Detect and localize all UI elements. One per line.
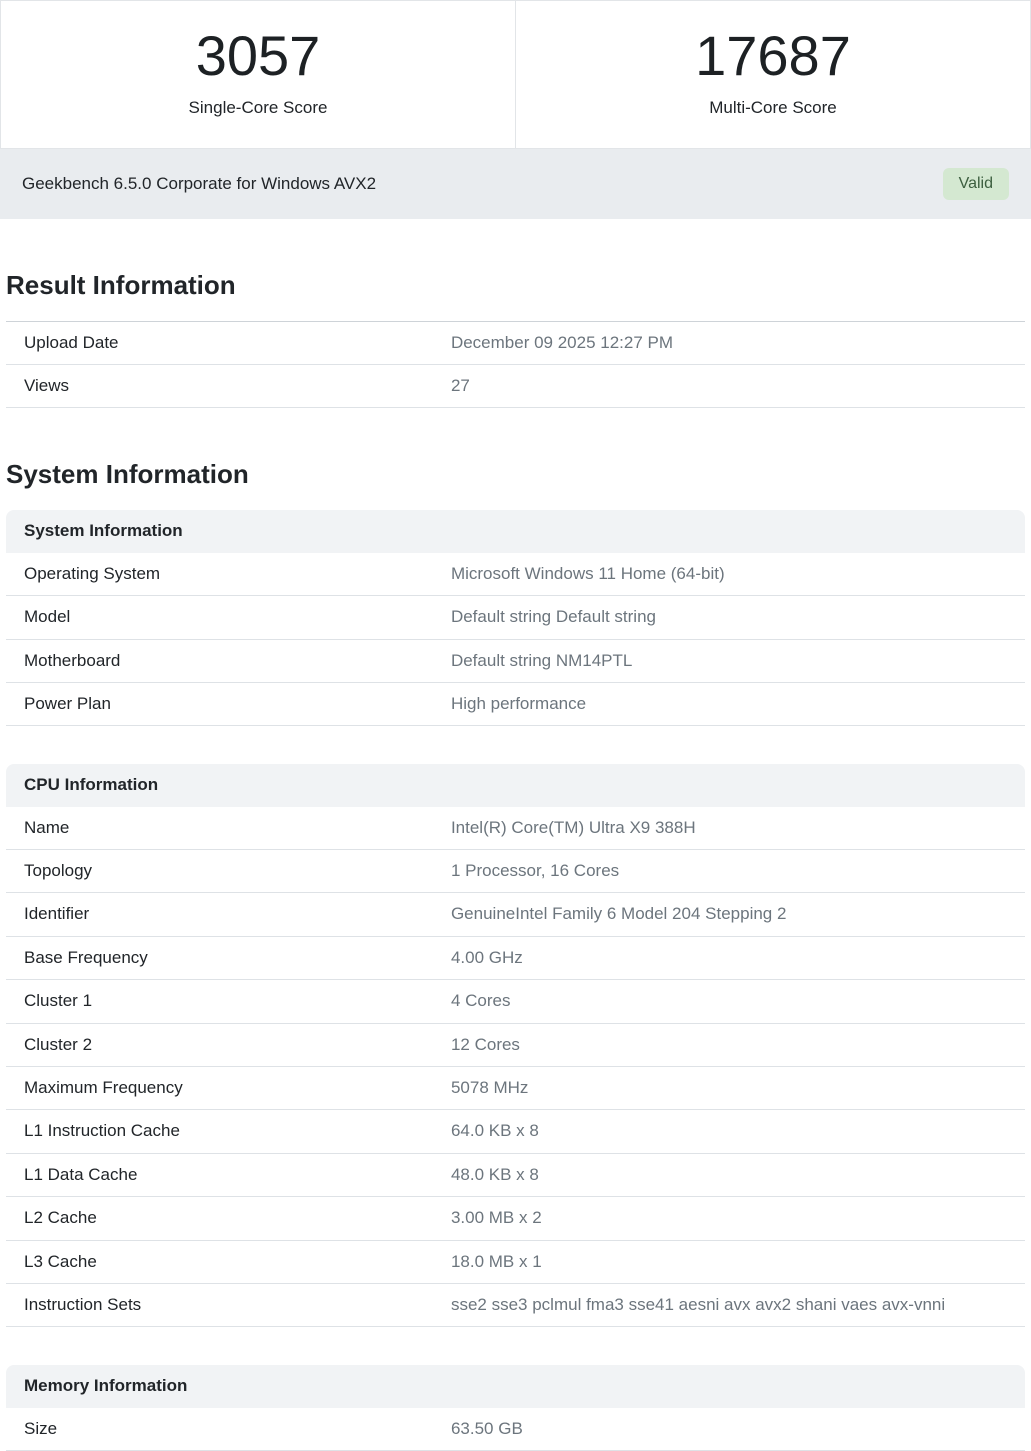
result-information-heading: Result Information <box>6 219 1025 321</box>
multi-core-score-label: Multi-Core Score <box>516 98 1030 118</box>
row-label: Cluster 2 <box>6 1023 433 1066</box>
table-row: Identifier GenuineIntel Family 6 Model 2… <box>6 893 1025 936</box>
row-label: Power Plan <box>6 682 433 725</box>
row-value: 5078 MHz <box>433 1067 1025 1110</box>
result-content: Result Information Upload Date December … <box>0 219 1031 1451</box>
valid-status-badge: Valid <box>943 168 1009 200</box>
single-core-score-label: Single-Core Score <box>1 98 515 118</box>
row-value: GenuineIntel Family 6 Model 204 Stepping… <box>433 893 1025 936</box>
row-value: Microsoft Windows 11 Home (64-bit) <box>433 553 1025 596</box>
table-row: L3 Cache 18.0 MB x 1 <box>6 1240 1025 1283</box>
row-value: December 09 2025 12:27 PM <box>433 321 1025 364</box>
table-row: Model Default string Default string <box>6 596 1025 639</box>
row-label: Base Frequency <box>6 936 433 979</box>
table-row: L1 Data Cache 48.0 KB x 8 <box>6 1153 1025 1196</box>
row-value: 4 Cores <box>433 980 1025 1023</box>
row-label: Model <box>6 596 433 639</box>
memory-information-card: Memory Information Size 63.50 GB <box>6 1365 1025 1451</box>
single-core-score-value: 3057 <box>1 27 515 86</box>
table-row: Motherboard Default string NM14PTL <box>6 639 1025 682</box>
table-row: Upload Date December 09 2025 12:27 PM <box>6 321 1025 364</box>
table-row: Power Plan High performance <box>6 682 1025 725</box>
table-row: Topology 1 Processor, 16 Cores <box>6 850 1025 893</box>
system-information-card: System Information Operating System Micr… <box>6 510 1025 726</box>
row-value: Default string NM14PTL <box>433 639 1025 682</box>
row-value: High performance <box>433 682 1025 725</box>
row-value: 27 <box>433 365 1025 408</box>
multi-core-score-panel: 17687 Multi-Core Score <box>516 0 1031 149</box>
table-row: Instruction Sets sse2 sse3 pclmul fma3 s… <box>6 1284 1025 1327</box>
row-value: 63.50 GB <box>433 1408 1025 1451</box>
row-value: 3.00 MB x 2 <box>433 1197 1025 1240</box>
cpu-information-card: CPU Information Name Intel(R) Core(TM) U… <box>6 764 1025 1327</box>
row-label: L1 Instruction Cache <box>6 1110 433 1153</box>
system-information-heading: System Information <box>6 408 1025 510</box>
row-label: Upload Date <box>6 321 433 364</box>
cpu-information-table: Name Intel(R) Core(TM) Ultra X9 388H Top… <box>6 807 1025 1328</box>
row-label: Identifier <box>6 893 433 936</box>
row-label: Size <box>6 1408 433 1451</box>
row-label: Name <box>6 807 433 850</box>
system-information-table: Operating System Microsoft Windows 11 Ho… <box>6 553 1025 727</box>
system-information-card-header: System Information <box>6 510 1025 552</box>
row-label: Instruction Sets <box>6 1284 433 1327</box>
table-row: L1 Instruction Cache 64.0 KB x 8 <box>6 1110 1025 1153</box>
memory-information-table: Size 63.50 GB <box>6 1408 1025 1451</box>
memory-information-card-header: Memory Information <box>6 1365 1025 1407</box>
multi-core-score-value: 17687 <box>516 27 1030 86</box>
geekbench-result-page: 3057 Single-Core Score 17687 Multi-Core … <box>0 0 1031 1451</box>
row-value: Intel(R) Core(TM) Ultra X9 388H <box>433 807 1025 850</box>
table-row: Operating System Microsoft Windows 11 Ho… <box>6 553 1025 596</box>
row-value: Default string Default string <box>433 596 1025 639</box>
benchmark-version-bar: Geekbench 6.5.0 Corporate for Windows AV… <box>0 149 1031 219</box>
table-row: Name Intel(R) Core(TM) Ultra X9 388H <box>6 807 1025 850</box>
table-row: L2 Cache 3.00 MB x 2 <box>6 1197 1025 1240</box>
row-label: Views <box>6 365 433 408</box>
benchmark-version-text: Geekbench 6.5.0 Corporate for Windows AV… <box>22 174 376 194</box>
cpu-information-card-header: CPU Information <box>6 764 1025 806</box>
row-label: Topology <box>6 850 433 893</box>
row-label: Operating System <box>6 553 433 596</box>
row-value: sse2 sse3 pclmul fma3 sse41 aesni avx av… <box>433 1284 1025 1327</box>
row-value: 18.0 MB x 1 <box>433 1240 1025 1283</box>
table-row: Base Frequency 4.00 GHz <box>6 936 1025 979</box>
row-value: 1 Processor, 16 Cores <box>433 850 1025 893</box>
row-value: 4.00 GHz <box>433 936 1025 979</box>
table-row: Cluster 1 4 Cores <box>6 980 1025 1023</box>
row-label: L1 Data Cache <box>6 1153 433 1196</box>
row-label: L3 Cache <box>6 1240 433 1283</box>
table-row: Cluster 2 12 Cores <box>6 1023 1025 1066</box>
single-core-score-panel: 3057 Single-Core Score <box>0 0 516 149</box>
table-row: Views 27 <box>6 365 1025 408</box>
row-label: Cluster 1 <box>6 980 433 1023</box>
row-value: 12 Cores <box>433 1023 1025 1066</box>
row-value: 48.0 KB x 8 <box>433 1153 1025 1196</box>
row-value: 64.0 KB x 8 <box>433 1110 1025 1153</box>
row-label: Maximum Frequency <box>6 1067 433 1110</box>
score-summary: 3057 Single-Core Score 17687 Multi-Core … <box>0 0 1031 149</box>
row-label: L2 Cache <box>6 1197 433 1240</box>
row-label: Motherboard <box>6 639 433 682</box>
result-information-table: Upload Date December 09 2025 12:27 PM Vi… <box>6 321 1025 409</box>
table-row: Maximum Frequency 5078 MHz <box>6 1067 1025 1110</box>
table-row: Size 63.50 GB <box>6 1408 1025 1451</box>
